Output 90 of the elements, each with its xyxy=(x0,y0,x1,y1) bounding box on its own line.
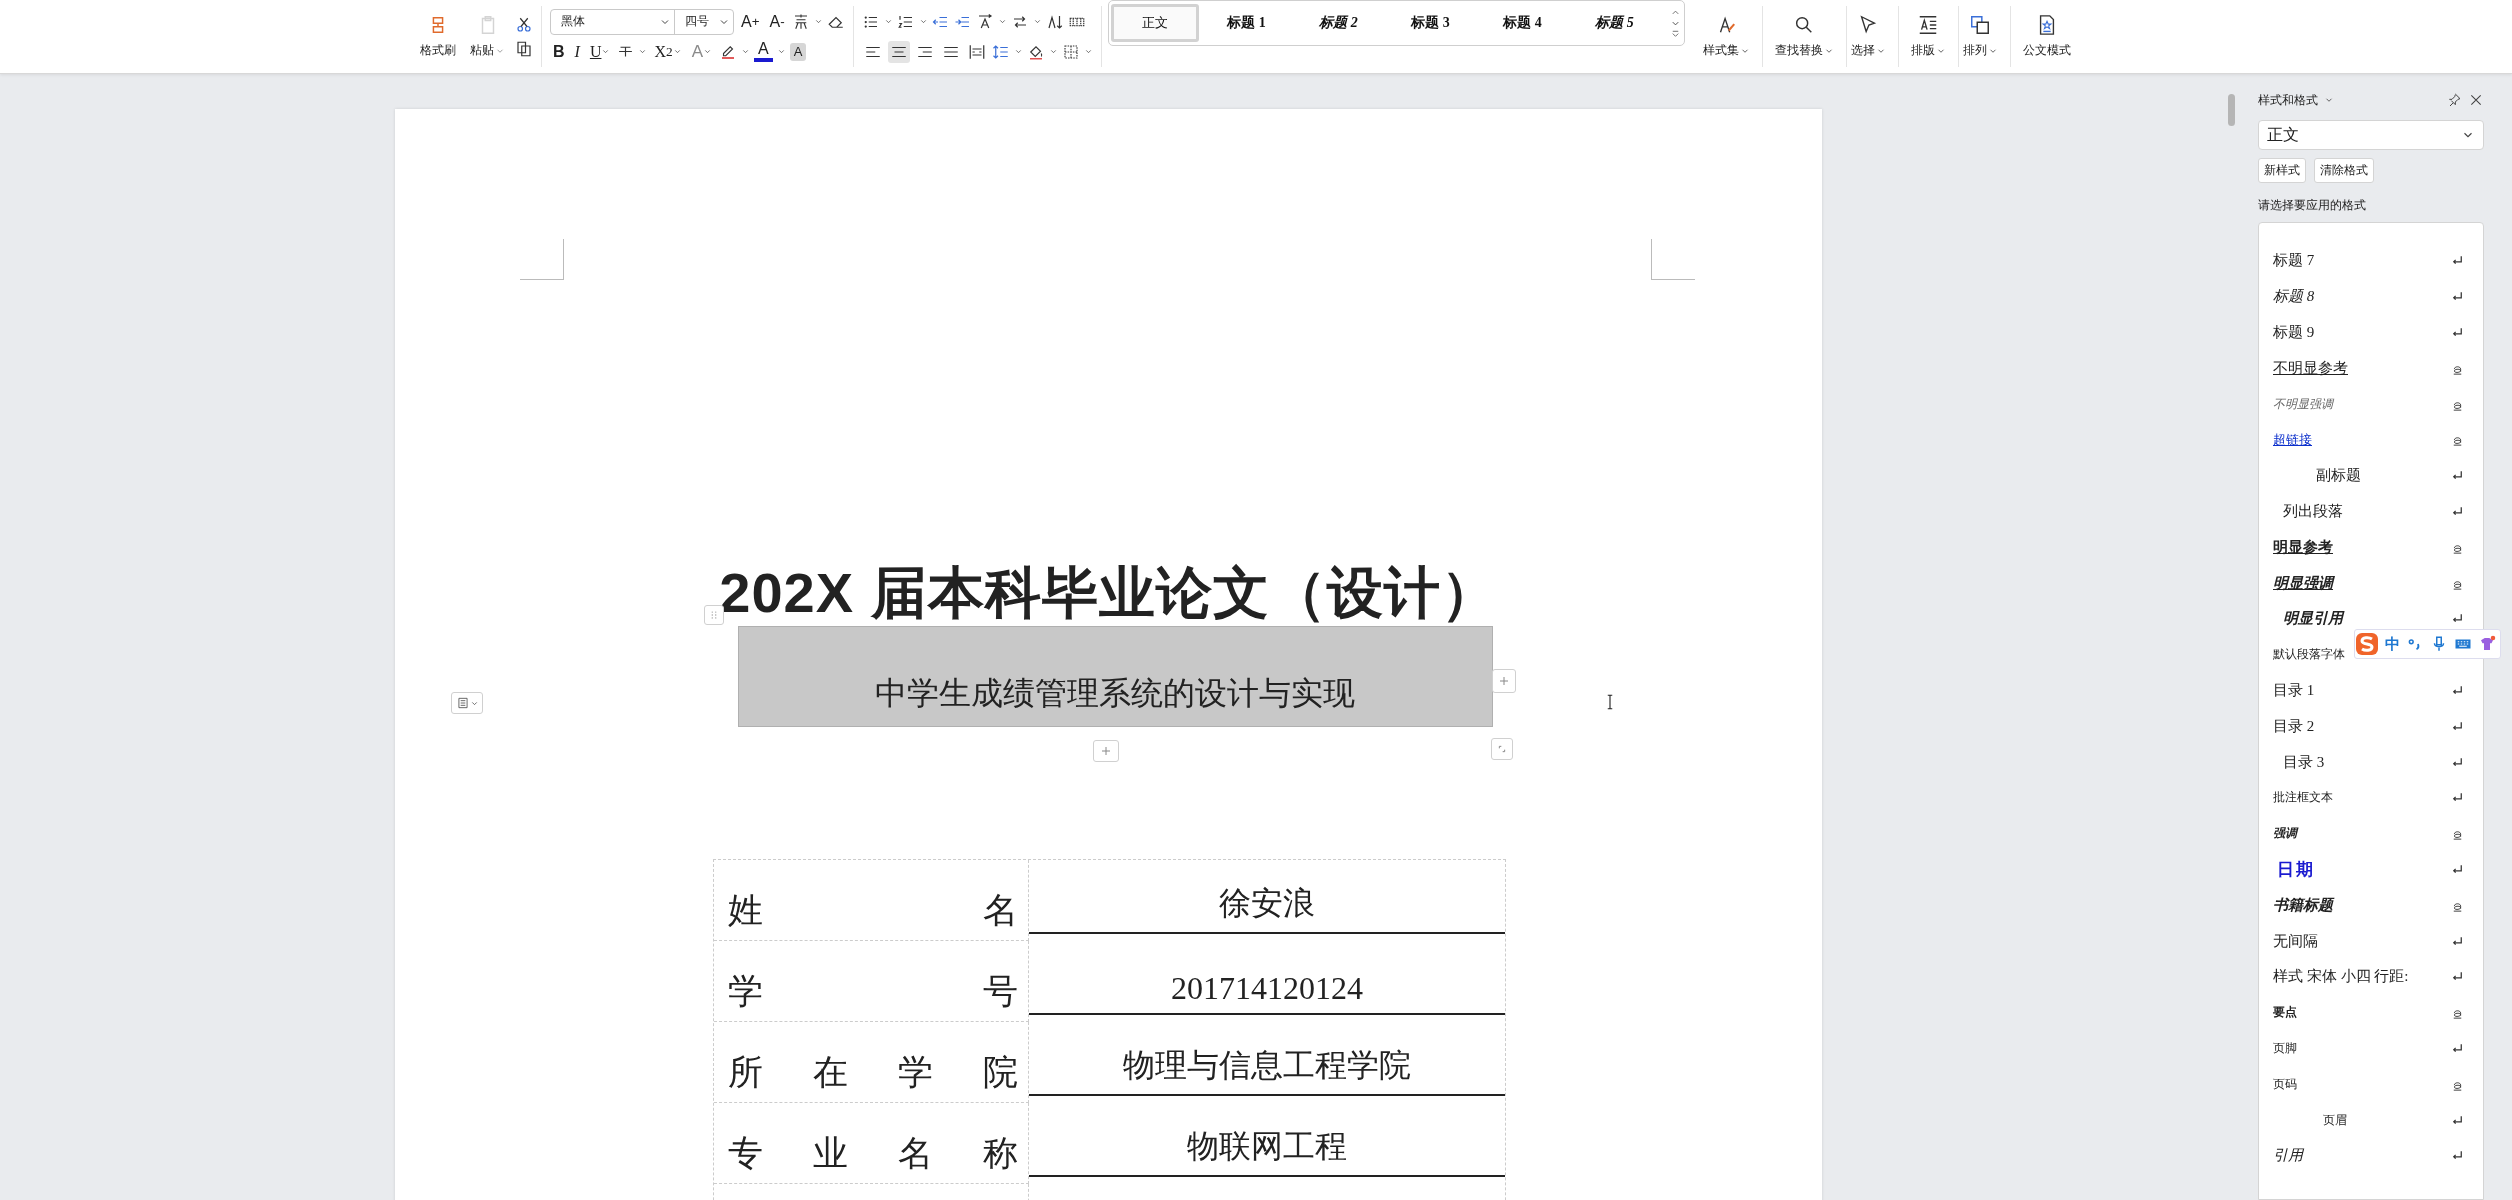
style-option[interactable]: 标题 3 xyxy=(1386,4,1475,42)
shirt-icon[interactable] xyxy=(2478,635,2496,653)
style-list-item[interactable]: 目录 1 xyxy=(2273,680,2319,700)
table-value: 201714120124 xyxy=(1171,970,1363,1007)
panel-prompt: 请选择要应用的格式 xyxy=(2258,197,2367,214)
caret-icon xyxy=(1032,17,1042,26)
style-list-item[interactable]: 要点 xyxy=(2273,1004,2301,1022)
toolbar-button[interactable]: 查找替换 xyxy=(1770,10,1838,63)
panel-button[interactable]: 清除格式 xyxy=(2314,158,2374,183)
style-list-item[interactable]: 标题 8 xyxy=(2273,287,2319,307)
style-option[interactable]: 标题 5 xyxy=(1570,4,1659,42)
borders-icon[interactable] xyxy=(1061,42,1080,61)
style-option[interactable]: 正文 xyxy=(1110,4,1199,42)
style-list-item[interactable]: 超链接 xyxy=(2273,430,2316,449)
toolbar-button[interactable]: 选择 xyxy=(1846,10,1890,63)
alignment-button[interactable] xyxy=(887,40,910,63)
line-spacing-icon[interactable] xyxy=(991,42,1010,61)
caret-icon xyxy=(703,47,713,56)
style-list-item[interactable]: 书籍标题 xyxy=(2273,895,2337,915)
format-button[interactable]: U xyxy=(586,39,614,64)
table-label: 专业名称 xyxy=(728,1132,1018,1175)
caret-icon xyxy=(638,47,648,56)
style-list-item[interactable]: 无间隔 xyxy=(2273,931,2322,951)
caret-icon xyxy=(918,17,928,26)
style-list-item[interactable]: 引用 xyxy=(2273,1146,2307,1166)
style-list-item[interactable]: 列出段落 xyxy=(2273,501,2347,521)
style-list-item[interactable]: 不明显参考 xyxy=(2273,358,2352,378)
margin-mark xyxy=(1651,239,1695,280)
distribute-icon xyxy=(967,42,986,61)
shading-button[interactable]: A xyxy=(789,42,807,61)
scissors-icon[interactable] xyxy=(515,15,533,34)
scrollbar-thumb[interactable] xyxy=(2228,94,2235,126)
panel-title[interactable]: 样式和格式 xyxy=(2258,91,2318,109)
style-list-item[interactable]: 页眉 xyxy=(2322,1111,2351,1129)
margin-mark xyxy=(520,239,564,280)
style-list-item[interactable]: 明显强调 xyxy=(2273,573,2337,593)
style-list-item[interactable]: 目录 3 xyxy=(2273,752,2329,772)
style-list-item[interactable]: 批注框文本 xyxy=(2273,789,2337,807)
style-list-item[interactable]: 明显参考 xyxy=(2273,537,2337,557)
text-box[interactable]: 中学生成绩管理系统的设计与实现 xyxy=(737,626,1493,727)
table-label: 学号 xyxy=(728,970,1018,1013)
style-list-item[interactable]: 目录 2 xyxy=(2273,716,2319,736)
toolbar-button[interactable]: 排列 xyxy=(1958,10,2002,63)
document-subtitle: 中学生成绩管理系统的设计与实现 xyxy=(875,673,1355,714)
copy-icon[interactable] xyxy=(515,39,533,58)
style-list-item[interactable]: 不明显强调 xyxy=(2273,395,2337,413)
caret-icon xyxy=(601,47,611,56)
caret-icon xyxy=(813,17,823,26)
style-list-item[interactable]: 副标题 xyxy=(2315,466,2365,486)
table-label: 所在学院 xyxy=(728,1051,1018,1094)
caret-icon xyxy=(1013,47,1023,56)
style-list-item[interactable]: 标题 7 xyxy=(2273,251,2319,271)
caret-icon xyxy=(776,47,786,56)
font-color-button[interactable]: A xyxy=(754,41,773,62)
close-icon[interactable] xyxy=(2468,92,2484,108)
panel-button[interactable]: 新样式 xyxy=(2258,158,2306,183)
table-label: 姓名 xyxy=(728,889,1018,932)
stacked-squares-icon xyxy=(1969,14,1992,36)
table-value: 物联网工程 xyxy=(1187,1127,1347,1166)
caret-icon xyxy=(741,47,751,56)
logo-icon[interactable] xyxy=(2355,632,2379,656)
toolbar-button[interactable]: 排版 xyxy=(1906,10,1950,63)
style-list-item[interactable]: 标题 9 xyxy=(2273,323,2319,342)
layout-options-icon[interactable] xyxy=(455,696,470,710)
pin-icon[interactable] xyxy=(2446,92,2462,108)
format-button[interactable]: B xyxy=(550,39,568,64)
style-list-item[interactable]: 页脚 xyxy=(2273,1039,2301,1057)
caret-icon xyxy=(672,47,682,56)
style-option[interactable]: 标题 4 xyxy=(1478,4,1567,42)
caret-icon xyxy=(1083,47,1093,56)
toolbar-button[interactable]: 公文模式 xyxy=(2018,10,2075,63)
input-mode-toggle[interactable]: 中 xyxy=(2385,634,2400,654)
table-value: 物理与信息工程学院 xyxy=(1123,1046,1411,1085)
style-option[interactable]: 标题 1 xyxy=(1202,4,1291,42)
table-value: 徐安浪 xyxy=(1219,884,1315,923)
caret-icon xyxy=(997,17,1007,26)
style-list-item[interactable]: 页码 xyxy=(2273,1075,2301,1093)
style-list-item[interactable]: 强调 xyxy=(2273,825,2301,843)
style-dropdown[interactable]: 正文 xyxy=(2258,120,2484,150)
style-list-item[interactable]: 日期 xyxy=(2273,857,2319,881)
style-list-item[interactable]: 默认段落字体 xyxy=(2273,646,2349,664)
style-list-item[interactable]: 明显引用 xyxy=(2273,609,2347,629)
toolbar-button[interactable]: 格式刷 xyxy=(416,10,460,63)
toolbar-button[interactable]: 样式集 xyxy=(1698,10,1754,63)
document-title: 202X 届本科毕业论文（设计） xyxy=(719,560,1498,626)
style-list-item[interactable]: 样式 宋体 小四 行距: xyxy=(2273,967,2413,987)
style-option[interactable]: 标题 2 xyxy=(1294,4,1383,42)
format-button[interactable]: I xyxy=(571,39,583,64)
caret-icon xyxy=(1048,47,1058,56)
caret-icon xyxy=(883,17,893,26)
